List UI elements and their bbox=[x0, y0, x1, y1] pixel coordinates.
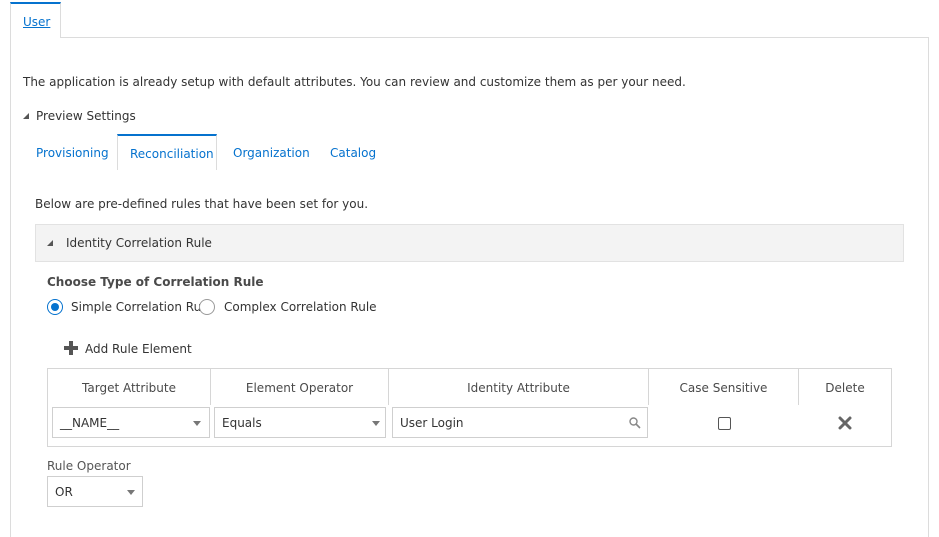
column-header-element-operator: Element Operator bbox=[211, 369, 389, 405]
intro-text: The application is already setup with de… bbox=[23, 75, 686, 89]
tab-reconciliation-label[interactable]: Reconciliation bbox=[130, 147, 214, 161]
element-operator-value: Equals bbox=[222, 416, 262, 430]
delete-x-icon[interactable] bbox=[838, 416, 852, 430]
tab-reconciliation[interactable]: Reconciliation bbox=[117, 134, 217, 170]
column-header-target-attribute: Target Attribute bbox=[48, 369, 211, 405]
add-rule-element-button[interactable]: Add Rule Element bbox=[85, 342, 192, 356]
complex-correlation-radio[interactable] bbox=[199, 299, 215, 315]
collapse-triangle-icon[interactable] bbox=[47, 240, 53, 246]
rule-operator-label: Rule Operator bbox=[47, 459, 131, 473]
chevron-down-icon bbox=[372, 421, 380, 426]
target-attribute-select[interactable]: __NAME__ bbox=[52, 407, 210, 438]
preview-settings-toggle[interactable]: Preview Settings bbox=[36, 109, 136, 123]
correlation-type-label: Choose Type of Correlation Rule bbox=[47, 275, 264, 289]
identity-attribute-input[interactable]: User Login bbox=[392, 407, 648, 438]
column-header-case-sensitive: Case Sensitive bbox=[649, 369, 799, 405]
rule-elements-table: Target Attribute Element Operator Identi… bbox=[47, 368, 892, 447]
section-title: Identity Correlation Rule bbox=[66, 236, 212, 250]
complex-correlation-label[interactable]: Complex Correlation Rule bbox=[224, 300, 377, 314]
identity-correlation-rule-header[interactable]: Identity Correlation Rule bbox=[35, 224, 904, 262]
tab-organization[interactable]: Organization bbox=[233, 146, 310, 160]
simple-correlation-radio[interactable] bbox=[47, 299, 63, 315]
target-attribute-value: __NAME__ bbox=[60, 416, 120, 430]
chevron-down-icon bbox=[193, 421, 201, 426]
search-icon[interactable] bbox=[629, 417, 641, 429]
column-header-identity-attribute: Identity Attribute bbox=[389, 369, 649, 405]
element-operator-select[interactable]: Equals bbox=[214, 407, 386, 438]
tab-provisioning[interactable]: Provisioning bbox=[36, 146, 109, 160]
collapse-triangle-icon[interactable] bbox=[23, 113, 29, 119]
rule-operator-select[interactable]: OR bbox=[47, 476, 143, 507]
tab-user-label[interactable]: User bbox=[23, 15, 50, 29]
simple-correlation-label[interactable]: Simple Correlation Rule bbox=[71, 300, 212, 314]
rule-operator-value: OR bbox=[55, 485, 73, 499]
tab-catalog[interactable]: Catalog bbox=[330, 146, 376, 160]
chevron-down-icon bbox=[127, 490, 135, 495]
tab-user[interactable]: User bbox=[10, 2, 61, 38]
case-sensitive-checkbox[interactable] bbox=[718, 417, 731, 430]
plus-icon[interactable] bbox=[64, 341, 78, 355]
column-header-delete: Delete bbox=[825, 381, 865, 395]
identity-attribute-value: User Login bbox=[400, 416, 464, 430]
rules-description: Below are pre-defined rules that have be… bbox=[35, 197, 369, 211]
